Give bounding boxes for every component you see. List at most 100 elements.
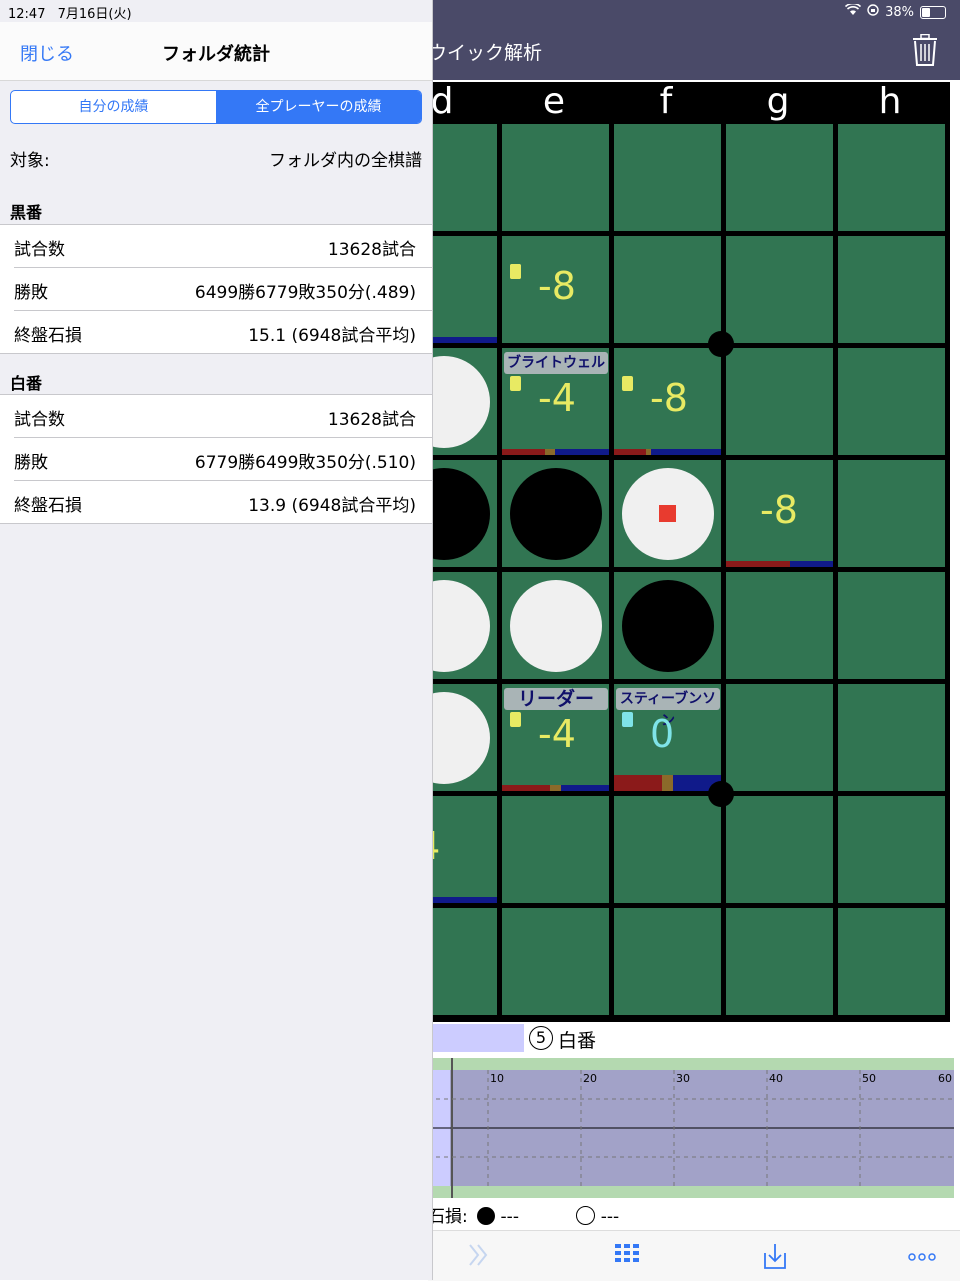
board-cell-g1[interactable] xyxy=(726,124,833,231)
more-icon[interactable] xyxy=(908,1243,936,1267)
board-cell-f3[interactable]: -8 xyxy=(614,348,721,455)
stats-value: 15.1 (6948試合平均) xyxy=(248,326,416,346)
white-disc xyxy=(510,580,602,672)
board-cell-e7[interactable] xyxy=(502,796,609,903)
status-indicators: 38% xyxy=(845,2,946,20)
wifi-icon xyxy=(845,2,862,20)
status-date: 7月16日(火) xyxy=(57,7,132,22)
black-disc-icon xyxy=(477,1207,496,1225)
board-cell-g6[interactable] xyxy=(726,684,833,791)
board-cell-f6[interactable]: スティーブンソン 0 xyxy=(614,684,721,791)
player-tag: スティーブンソン xyxy=(616,688,720,729)
black-section-title: 黒番 xyxy=(10,203,43,222)
black-disc xyxy=(510,468,602,560)
column-label-f: f xyxy=(659,81,673,122)
folder-statistics-panel: 12:47 7月16日(火) フォルダ統計 閉じる 自分の成績 全プレーヤーの成… xyxy=(0,0,433,1280)
board-cell-h2[interactable] xyxy=(838,236,945,343)
stats-label: 終盤石損 xyxy=(14,496,82,516)
board-cell-h7[interactable] xyxy=(838,796,945,903)
column-label-e: e xyxy=(542,81,566,122)
turn-label: 白番 xyxy=(558,1030,597,1052)
download-icon[interactable] xyxy=(764,1243,786,1274)
board-cell-f4[interactable] xyxy=(614,460,721,567)
board-cell-e8[interactable] xyxy=(502,908,609,1015)
win-rate-bar xyxy=(726,561,833,567)
battery-icon xyxy=(920,5,946,19)
board-cell-g2[interactable] xyxy=(726,236,833,343)
book-icon xyxy=(510,712,521,727)
board-cell-e1[interactable] xyxy=(502,124,609,231)
board-cell-f7[interactable] xyxy=(614,796,721,903)
player-tag: リーダー xyxy=(504,688,608,710)
graph-tick: 20 xyxy=(583,1072,597,1085)
board-cell-f1[interactable] xyxy=(614,124,721,231)
board-cell-h5[interactable] xyxy=(838,572,945,679)
board-cell-g3[interactable] xyxy=(726,348,833,455)
player-tag: ブライトウェル xyxy=(504,352,608,374)
stone-loss-row: 石損: --- --- xyxy=(428,1202,619,1227)
win-rate-bar xyxy=(502,449,609,455)
status-time: 12:47 xyxy=(8,7,46,22)
white-loss-value: --- xyxy=(600,1207,620,1227)
board-cell-e2[interactable]: -8 xyxy=(502,236,609,343)
othello-board[interactable]: d e f g h -7-8ブライトウェル-4-8-8リーダー-4スティーブンソ… xyxy=(390,81,950,1022)
last-move-marker xyxy=(659,505,676,522)
stats-value: 6499勝6779敗350分(.489) xyxy=(194,283,416,303)
stats-value: 6779勝6499敗350分(.510) xyxy=(194,453,416,473)
scope-segmented-control: 自分の成績 全プレーヤーの成績 xyxy=(10,90,422,124)
stats-label: 勝敗 xyxy=(14,453,48,473)
graph-tick: 50 xyxy=(862,1072,876,1085)
evaluation-score: -4 xyxy=(538,712,576,756)
stats-value: 13.9 (6948試合平均) xyxy=(248,496,416,516)
board-cell-f8[interactable] xyxy=(614,908,721,1015)
board-cell-e6[interactable]: リーダー -4 xyxy=(502,684,609,791)
segment-all-players[interactable]: 全プレーヤーの成績 xyxy=(216,91,421,123)
evaluation-score: -8 xyxy=(760,488,798,532)
board-cell-g7[interactable] xyxy=(726,796,833,903)
stone-loss-label: 石損: xyxy=(428,1207,468,1227)
stats-label: 終盤石損 xyxy=(14,326,82,346)
battery-percent: 38% xyxy=(885,4,914,20)
grid-icon[interactable] xyxy=(614,1243,640,1272)
board-cell-g4[interactable]: -8 xyxy=(726,460,833,567)
board-cell-f5[interactable] xyxy=(614,572,721,679)
graph-tick: 60 xyxy=(938,1072,952,1085)
board-cell-g8[interactable] xyxy=(726,908,833,1015)
panel-header: フォルダ統計 閉じる xyxy=(0,22,432,81)
board-cell-e5[interactable] xyxy=(502,572,609,679)
black-disc xyxy=(622,580,714,672)
board-cell-h3[interactable] xyxy=(838,348,945,455)
board-cell-h8[interactable] xyxy=(838,908,945,1015)
fast-forward-icon[interactable] xyxy=(468,1243,490,1272)
win-rate-bar xyxy=(614,775,721,791)
board-cell-e4[interactable] xyxy=(502,460,609,567)
close-button[interactable]: 閉じる xyxy=(20,40,74,66)
board-cell-h1[interactable] xyxy=(838,124,945,231)
trash-icon[interactable] xyxy=(912,33,938,66)
evaluation-score: -8 xyxy=(538,264,576,308)
graph-tick: 30 xyxy=(676,1072,690,1085)
board-cell-h6[interactable] xyxy=(838,684,945,791)
evaluation-score: 0 xyxy=(650,712,675,756)
target-row: 対象: フォルダ内の全棋譜 xyxy=(10,146,422,171)
stats-row: 終盤石損 15.1 (6948試合平均) xyxy=(14,311,432,353)
stats-row: 試合数 13628試合 xyxy=(14,225,432,268)
segment-my-record[interactable]: 自分の成績 xyxy=(11,91,216,123)
book-icon xyxy=(622,712,633,727)
stats-row: 試合数 13628試合 xyxy=(14,395,432,438)
status-time-date: 12:47 7月16日(火) xyxy=(8,3,132,22)
stats-value: 13628試合 xyxy=(327,410,416,430)
column-label-h: h xyxy=(878,81,902,122)
stats-row: 勝敗 6779勝6499敗350分(.510) xyxy=(14,438,432,481)
star-point xyxy=(708,781,734,807)
white-section-title: 白番 xyxy=(10,374,43,393)
book-icon xyxy=(510,376,521,391)
board-cell-h4[interactable] xyxy=(838,460,945,567)
black-loss-value: --- xyxy=(500,1207,519,1227)
board-cell-g5[interactable] xyxy=(726,572,833,679)
rotation-lock-icon xyxy=(867,4,879,20)
board-cell-f2[interactable] xyxy=(614,236,721,343)
board-cell-e3[interactable]: ブライトウェル -4 xyxy=(502,348,609,455)
book-icon xyxy=(622,376,633,391)
white-stats-group: 試合数 13628試合 勝敗 6779勝6499敗350分(.510) 終盤石損 13… xyxy=(0,394,432,524)
